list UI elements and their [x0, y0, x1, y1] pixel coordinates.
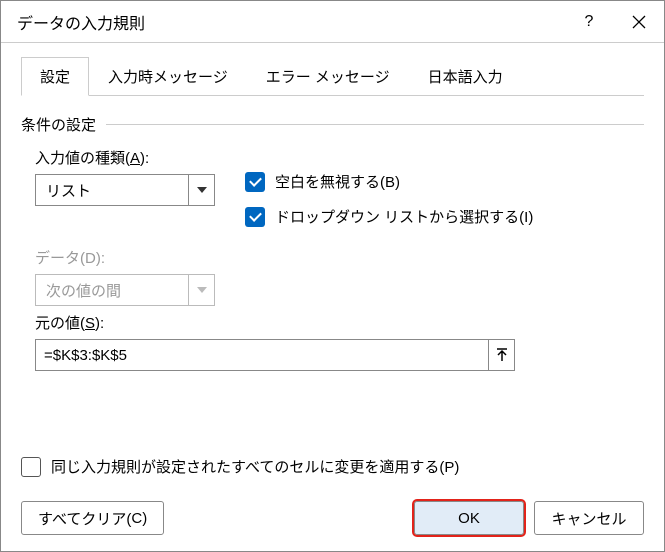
- close-icon: [632, 15, 646, 29]
- in-cell-dropdown-row[interactable]: ドロップダウン リストから選択する(I): [245, 206, 533, 227]
- allow-label: 入力値の種類(A):: [35, 147, 245, 168]
- criteria-heading-text: 条件の設定: [21, 114, 96, 135]
- allow-select[interactable]: リスト: [35, 174, 215, 206]
- divider: [106, 124, 644, 125]
- apply-all-row[interactable]: 同じ入力規則が設定されたすべてのセルに変更を適用する(P): [21, 456, 644, 477]
- criteria-section: 入力値の種類(A): リスト 空白を無視する(B): [21, 147, 644, 371]
- range-picker-button[interactable]: [488, 340, 514, 370]
- data-select-arrow: [188, 275, 214, 305]
- ok-button[interactable]: OK: [414, 501, 524, 535]
- close-button[interactable]: [614, 1, 664, 43]
- apply-all-checkbox[interactable]: [21, 457, 41, 477]
- dialog-body: 設定 入力時メッセージ エラー メッセージ 日本語入力 条件の設定 入力値の種類…: [1, 43, 664, 489]
- in-cell-dropdown-label: ドロップダウン リストから選択する(I): [275, 206, 533, 227]
- help-button[interactable]: ?: [564, 1, 614, 43]
- data-label: データ(D):: [35, 247, 245, 268]
- ignore-blank-checkbox[interactable]: [245, 172, 265, 192]
- tab-settings[interactable]: 設定: [21, 57, 89, 96]
- tab-error-alert[interactable]: エラー メッセージ: [247, 57, 409, 96]
- chevron-down-icon: [197, 287, 207, 293]
- tab-bar: 設定 入力時メッセージ エラー メッセージ 日本語入力: [21, 57, 644, 96]
- data-validation-dialog: データの入力規則 ? 設定 入力時メッセージ エラー メッセージ 日本語入力 条…: [0, 0, 665, 552]
- tab-ime-mode[interactable]: 日本語入力: [409, 57, 522, 96]
- dialog-title: データの入力規則: [17, 10, 564, 34]
- source-input[interactable]: [36, 347, 488, 364]
- allow-select-arrow[interactable]: [188, 175, 214, 205]
- ignore-blank-label: 空白を無視する(B): [275, 171, 400, 192]
- range-picker-icon: [495, 348, 509, 362]
- data-select-value: 次の値の間: [36, 280, 188, 301]
- tab-input-message[interactable]: 入力時メッセージ: [89, 57, 247, 96]
- dialog-footer: すべてクリア(C) OK キャンセル: [1, 489, 664, 551]
- in-cell-dropdown-checkbox[interactable]: [245, 207, 265, 227]
- criteria-heading: 条件の設定: [21, 114, 644, 135]
- chevron-down-icon: [197, 187, 207, 193]
- data-select: 次の値の間: [35, 274, 215, 306]
- source-label: 元の値(S):: [35, 312, 644, 333]
- cancel-button[interactable]: キャンセル: [534, 501, 644, 535]
- source-input-wrap: [35, 339, 515, 371]
- apply-all-label: 同じ入力規則が設定されたすべてのセルに変更を適用する(P): [51, 456, 459, 477]
- titlebar: データの入力規則 ?: [1, 1, 664, 43]
- ignore-blank-row[interactable]: 空白を無視する(B): [245, 171, 533, 192]
- allow-select-value: リスト: [36, 180, 188, 201]
- clear-all-button[interactable]: すべてクリア(C): [21, 501, 164, 535]
